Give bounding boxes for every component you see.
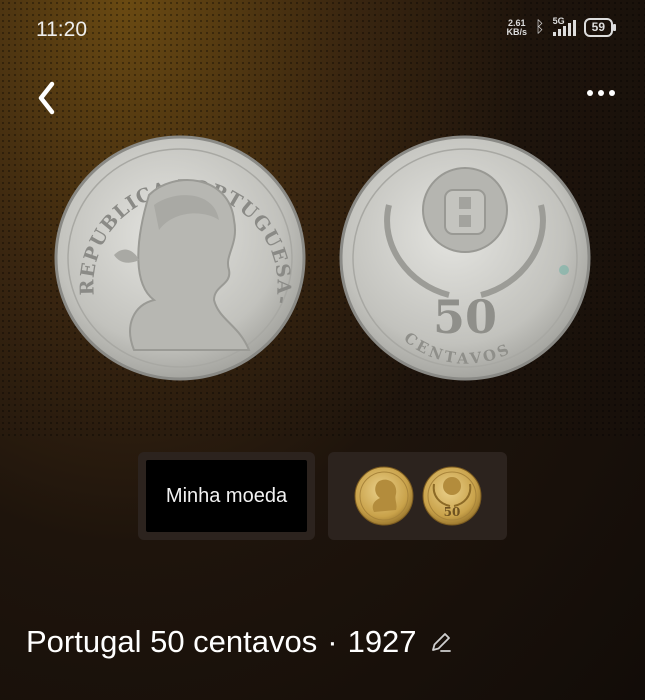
- coin-title-row: Portugal 50 centavos · 1927: [26, 624, 453, 660]
- back-button[interactable]: [32, 78, 62, 118]
- network-type: 5G: [552, 15, 565, 26]
- thumbnail-value: 50: [443, 505, 460, 519]
- reference-coin-card[interactable]: 50: [328, 452, 507, 540]
- reverse-value: 50: [433, 290, 497, 344]
- status-icons: 2.61 KB/s ᛒ 5G 59: [506, 16, 617, 37]
- signal-icon: 5G: [552, 16, 576, 36]
- status-bar: 11:20 2.61 KB/s ᛒ 5G 59: [0, 0, 645, 60]
- coin-year: 1927: [347, 624, 417, 659]
- bluetooth-icon: ᛒ: [535, 18, 545, 36]
- more-dots-icon: [587, 90, 593, 96]
- more-options-button[interactable]: [587, 90, 615, 96]
- chevron-left-icon: [38, 81, 55, 115]
- network-speed-unit: KB/s: [506, 26, 528, 37]
- battery-icon: 59: [583, 18, 617, 37]
- edit-button[interactable]: [429, 630, 453, 654]
- coin-reverse-image[interactable]: 50 CENTAVOS: [339, 135, 591, 381]
- network-speed: 2.61 KB/s: [506, 18, 528, 37]
- reference-reverse-thumbnail: 50: [422, 466, 481, 526]
- coin-title: Portugal 50 centavos: [26, 624, 318, 659]
- my-coin-label: Minha moeda: [146, 460, 307, 532]
- reference-obverse-thumbnail: [354, 466, 413, 526]
- title-separator: ·: [327, 624, 338, 659]
- status-time: 11:20: [36, 18, 87, 41]
- my-coin-card[interactable]: Minha moeda: [138, 452, 315, 540]
- pencil-icon: [431, 633, 451, 652]
- coin-obverse-image[interactable]: REPUBLICA PORTUGUESA-1927: [54, 135, 306, 381]
